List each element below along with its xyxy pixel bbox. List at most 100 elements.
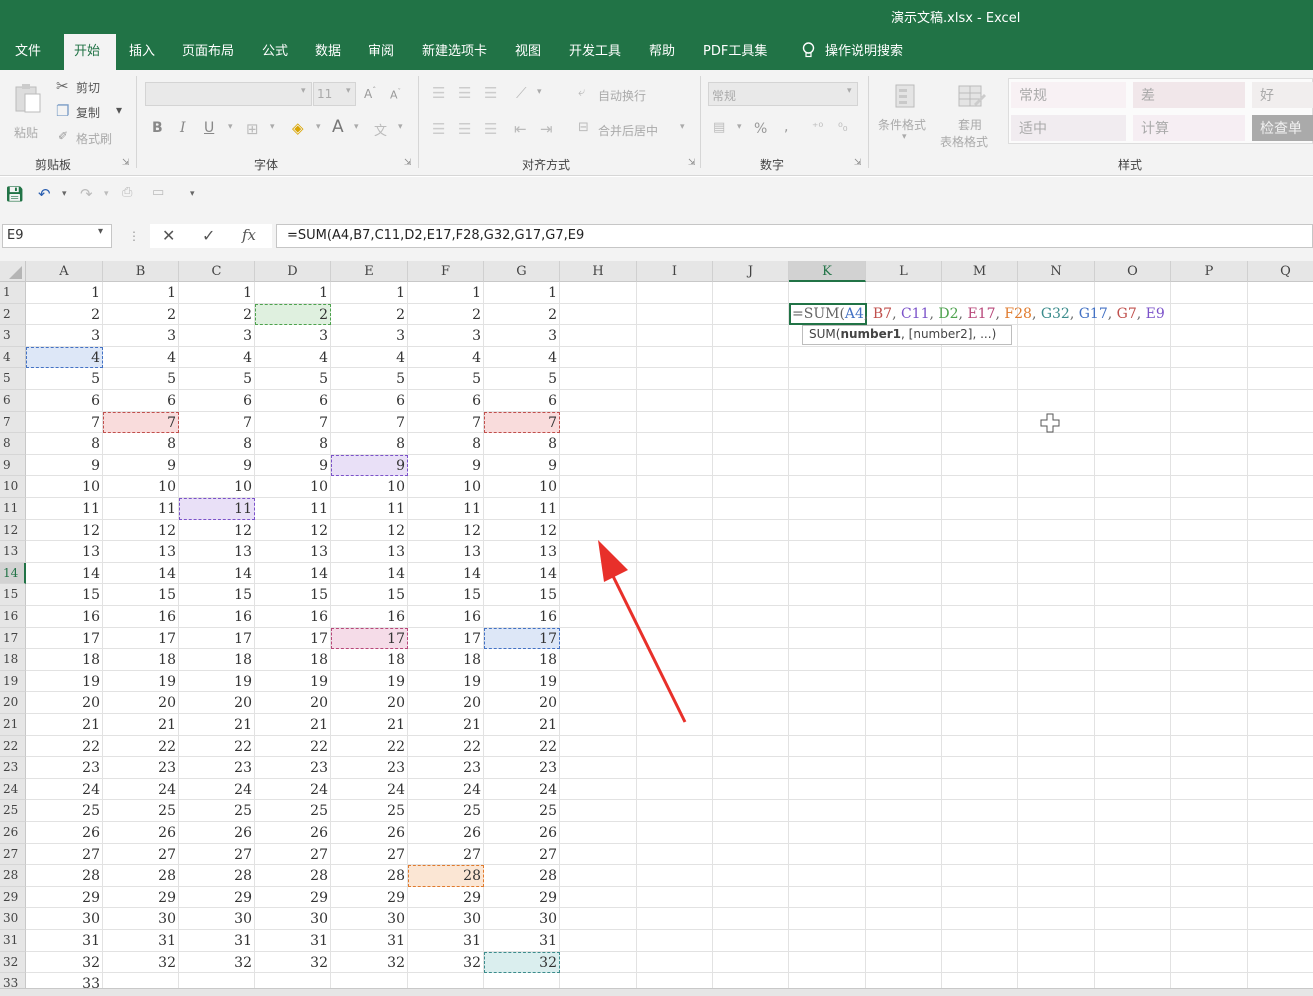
row-header-25[interactable]: 25 (0, 800, 26, 822)
cell-e24[interactable]: 24 (331, 779, 408, 801)
cell-g9[interactable]: 9 (484, 455, 560, 477)
cell-f32[interactable]: 32 (408, 952, 484, 974)
cell-f16[interactable]: 16 (408, 606, 484, 628)
tab-home[interactable]: 开始 (64, 34, 116, 71)
cell-d27[interactable]: 27 (255, 844, 331, 866)
cell-d21[interactable]: 21 (255, 714, 331, 736)
increase-decimal-icon[interactable]: ⁺⁰ (812, 120, 823, 134)
cell-e5[interactable]: 5 (331, 368, 408, 390)
cell-b7[interactable]: 7 (103, 412, 179, 434)
number-launcher-icon[interactable]: ⇲ (854, 158, 862, 168)
cell-c24[interactable]: 24 (179, 779, 255, 801)
cell-g6[interactable]: 6 (484, 390, 560, 412)
cell-f21[interactable]: 21 (408, 714, 484, 736)
cell-c14[interactable]: 14 (179, 563, 255, 585)
style-check-cell[interactable]: 检查单 (1252, 115, 1313, 141)
cell-d18[interactable]: 18 (255, 649, 331, 671)
cell-d11[interactable]: 11 (255, 498, 331, 520)
paste-button[interactable]: 粘贴 (10, 80, 46, 150)
cell-d7[interactable]: 7 (255, 412, 331, 434)
cell-b19[interactable]: 19 (103, 671, 179, 693)
cell-e11[interactable]: 11 (331, 498, 408, 520)
cell-c22[interactable]: 22 (179, 736, 255, 758)
cell-g13[interactable]: 13 (484, 541, 560, 563)
cell-b11[interactable]: 11 (103, 498, 179, 520)
cell-a1[interactable]: 1 (26, 282, 103, 304)
row-header-31[interactable]: 31 (0, 930, 26, 952)
cell-c9[interactable]: 9 (179, 455, 255, 477)
column-header-m[interactable]: M (942, 261, 1018, 282)
cell-e29[interactable]: 29 (331, 887, 408, 909)
row-header-13[interactable]: 13 (0, 541, 26, 563)
decrease-indent-icon[interactable]: ⇤ (514, 120, 527, 138)
cell-b22[interactable]: 22 (103, 736, 179, 758)
cell-f4[interactable]: 4 (408, 347, 484, 369)
cell-g15[interactable]: 15 (484, 584, 560, 606)
cell-b2[interactable]: 2 (103, 304, 179, 326)
row-header-28[interactable]: 28 (0, 865, 26, 887)
style-good[interactable]: 好 (1252, 82, 1313, 108)
cell-g11[interactable]: 11 (484, 498, 560, 520)
cell-d14[interactable]: 14 (255, 563, 331, 585)
cell-a10[interactable]: 10 (26, 476, 103, 498)
formula-input[interactable]: =SUM(A4,B7,C11,D2,E17,F28,G32,G17,G7,E9 (276, 224, 1313, 248)
cell-g14[interactable]: 14 (484, 563, 560, 585)
column-header-n[interactable]: N (1018, 261, 1095, 282)
cell-e19[interactable]: 19 (331, 671, 408, 693)
cell-a4[interactable]: 4 (26, 347, 103, 369)
cell-f19[interactable]: 19 (408, 671, 484, 693)
cell-d13[interactable]: 13 (255, 541, 331, 563)
cell-c17[interactable]: 17 (179, 628, 255, 650)
cell-a28[interactable]: 28 (26, 865, 103, 887)
cell-b4[interactable]: 4 (103, 347, 179, 369)
cell-e27[interactable]: 27 (331, 844, 408, 866)
undo-icon[interactable]: ↶ (38, 185, 51, 203)
cell-g7[interactable]: 7 (484, 412, 560, 434)
sheet-tabs-bar[interactable] (0, 988, 1313, 996)
cell-a19[interactable]: 19 (26, 671, 103, 693)
cell-c12[interactable]: 12 (179, 520, 255, 542)
cell-e8[interactable]: 8 (331, 433, 408, 455)
row-header-7[interactable]: 7 (0, 411, 26, 434)
row-header-15[interactable]: 15 (0, 584, 26, 606)
cell-g28[interactable]: 28 (484, 865, 560, 887)
select-all-corner[interactable] (0, 261, 26, 282)
cell-g8[interactable]: 8 (484, 433, 560, 455)
cell-b17[interactable]: 17 (103, 628, 179, 650)
cell-g23[interactable]: 23 (484, 757, 560, 779)
cell-g22[interactable]: 22 (484, 736, 560, 758)
cell-e28[interactable]: 28 (331, 865, 408, 887)
format-painter-button[interactable]: ✐ 格式刷 (56, 129, 120, 147)
column-header-l[interactable]: L (866, 261, 942, 282)
font-name-select[interactable]: ▾ (145, 82, 312, 106)
cell-b18[interactable]: 18 (103, 649, 179, 671)
tab-page-layout[interactable]: 页面布局 (172, 34, 244, 70)
cell-c7[interactable]: 7 (179, 412, 255, 434)
align-left-icon[interactable]: ☰ (432, 120, 445, 138)
cell-e1[interactable]: 1 (331, 282, 408, 304)
cell-d10[interactable]: 10 (255, 476, 331, 498)
number-format-select[interactable]: 常规 ▾ (708, 82, 858, 106)
cell-c23[interactable]: 23 (179, 757, 255, 779)
cell-d29[interactable]: 29 (255, 887, 331, 909)
cell-b20[interactable]: 20 (103, 692, 179, 714)
cell-c18[interactable]: 18 (179, 649, 255, 671)
cell-g30[interactable]: 30 (484, 908, 560, 930)
cell-a17[interactable]: 17 (26, 628, 103, 650)
cell-d32[interactable]: 32 (255, 952, 331, 974)
cell-b16[interactable]: 16 (103, 606, 179, 628)
cell-c13[interactable]: 13 (179, 541, 255, 563)
cell-d4[interactable]: 4 (255, 347, 331, 369)
cell-c27[interactable]: 27 (179, 844, 255, 866)
cell-f12[interactable]: 12 (408, 520, 484, 542)
insert-function-icon[interactable]: fx (242, 226, 256, 244)
cell-g25[interactable]: 25 (484, 800, 560, 822)
cell-d15[interactable]: 15 (255, 584, 331, 606)
cell-a26[interactable]: 26 (26, 822, 103, 844)
cell-a25[interactable]: 25 (26, 800, 103, 822)
cell-b3[interactable]: 3 (103, 325, 179, 347)
cell-c19[interactable]: 19 (179, 671, 255, 693)
cell-b24[interactable]: 24 (103, 779, 179, 801)
border-icon[interactable]: ⊞ (246, 120, 259, 138)
function-tooltip[interactable]: SUM(number1, [number2], ...) (802, 325, 1012, 345)
